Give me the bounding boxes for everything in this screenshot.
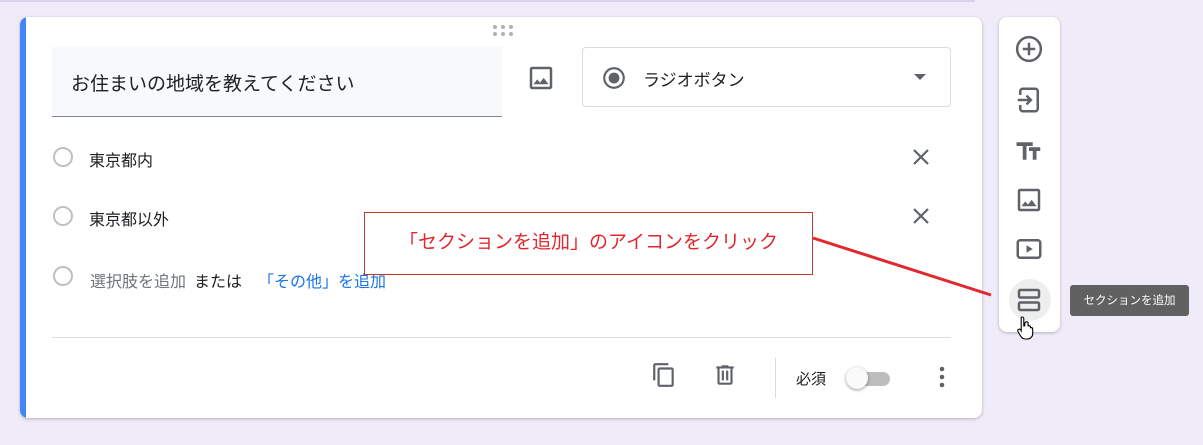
option-radio-add (53, 266, 73, 286)
top-divider (0, 0, 975, 2)
active-card-indicator (20, 17, 26, 418)
question-title-input[interactable]: お住まいの地域を教えてください (52, 47, 502, 117)
remove-option-2-icon[interactable] (909, 204, 933, 228)
floating-toolbar (999, 17, 1060, 332)
dropdown-caret-icon (914, 74, 926, 80)
add-title-icon[interactable] (1014, 136, 1044, 166)
radio-button-icon (603, 67, 625, 89)
import-questions-icon[interactable] (1014, 85, 1044, 115)
footer-vertical-divider (775, 358, 776, 398)
option-radio-1 (53, 147, 73, 167)
add-section-tooltip: セクションを追加 (1070, 285, 1189, 316)
or-label: または (194, 272, 243, 291)
add-video-icon[interactable] (1014, 234, 1044, 264)
required-label: 必須 (796, 370, 827, 388)
add-option-row: 選択肢を追加 または 「その他」を追加 (90, 268, 386, 292)
duplicate-icon[interactable] (651, 362, 677, 388)
more-options-icon[interactable] (932, 364, 952, 390)
option-label-1[interactable]: 東京都内 (89, 147, 153, 171)
footer-divider (52, 337, 951, 338)
hand-cursor-icon (1017, 316, 1034, 340)
remove-option-1-icon[interactable] (909, 145, 933, 169)
option-label-2[interactable]: 東京都以外 (89, 206, 169, 230)
add-section-icon[interactable] (1014, 285, 1044, 315)
question-type-dropdown[interactable]: ラジオボタン (582, 47, 951, 107)
question-type-label: ラジオボタン (643, 71, 745, 91)
required-toggle[interactable] (846, 367, 892, 389)
delete-icon[interactable] (712, 362, 738, 388)
drag-handle-icon[interactable] (493, 25, 515, 37)
add-image-toolbar-icon[interactable] (1014, 185, 1044, 215)
add-option-link[interactable]: 選択肢を追加 (90, 272, 186, 291)
instruction-callout: 「セクションを追加」のアイコンをクリック (364, 212, 813, 275)
toggle-thumb (846, 367, 868, 389)
add-image-icon[interactable] (526, 63, 556, 93)
add-question-icon[interactable] (1014, 34, 1044, 64)
option-radio-2 (53, 206, 73, 226)
